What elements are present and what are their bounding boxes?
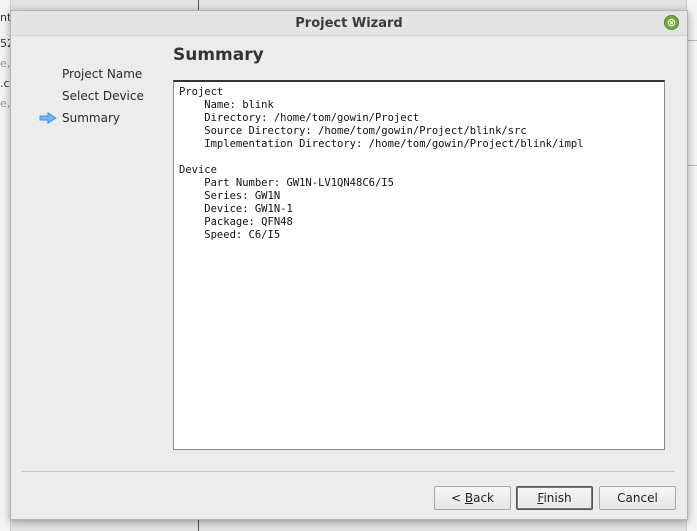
background-text: nt [0,11,10,24]
summary-line: Implementation Directory: /home/tom/gowi… [179,138,584,150]
finish-label-rest: inish [543,491,572,505]
back-button[interactable]: < Back [434,486,511,510]
summary-line: Name: blink [179,99,274,111]
background-divider [687,165,697,166]
summary-line: Directory: /home/tom/gowin/Project [179,112,420,124]
step-project-name: Project Name [39,63,144,85]
step-label: Select Device [62,89,144,103]
dialog-title: Project Wizard [295,16,403,31]
back-label-rest: ack [473,491,494,505]
summary-line: Device: GW1N-1 [179,203,293,215]
step-select-device: Select Device [39,85,144,107]
button-separator [21,471,675,472]
step-summary: Summary [39,107,144,129]
summary-line: Source Directory: /home/tom/gowin/Projec… [179,125,527,137]
wizard-steps: Project Name Select Device Summary [39,63,144,129]
summary-text: Project Name: blink Directory: /home/tom… [174,82,664,242]
background-text: e, [0,97,10,110]
summary-line: Device [179,164,217,176]
finish-button[interactable]: Finish [516,486,593,510]
background-divider [687,40,697,41]
background-text: e, [0,57,10,70]
back-prefix: < [450,491,465,505]
title-bar[interactable]: Project Wizard ⊗ [11,11,687,36]
back-mnemonic: B [464,491,474,505]
background-text: .c [0,77,10,90]
summary-line: Series: GW1N [179,190,281,202]
close-icon[interactable]: ⊗ [664,15,679,30]
background-text: 52 [0,37,10,50]
current-step-arrow-icon [39,112,57,124]
summary-textarea[interactable]: Project Name: blink Directory: /home/tom… [173,80,665,450]
summary-line: Part Number: GW1N-LV1QN48C6/I5 [179,177,394,189]
summary-line: Project [179,86,224,98]
step-label: Summary [62,111,120,125]
summary-line: Package: QFN48 [179,216,293,228]
project-wizard-dialog: Project Wizard ⊗ Project Name Select Dev… [10,10,688,520]
background-divider [198,0,199,10]
page-title: Summary [173,45,264,65]
summary-line: Speed: C6/I5 [179,229,281,241]
cancel-button[interactable]: Cancel [599,486,676,510]
step-label: Project Name [62,67,143,81]
